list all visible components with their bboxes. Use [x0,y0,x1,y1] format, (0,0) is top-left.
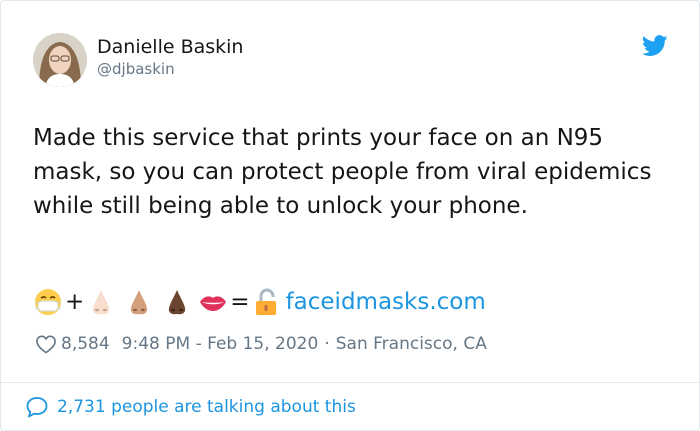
author-name[interactable]: Danielle Baskin [97,35,243,59]
unlocked-emoji [252,287,282,317]
like-count[interactable]: 8,584 [61,334,110,354]
plus-sign: + [65,289,85,315]
twitter-bird-icon[interactable] [641,35,668,57]
nose-light-emoji [86,287,116,317]
meta-separator: · [324,334,330,354]
lips-emoji [198,287,228,317]
talking-count-text[interactable]: 2,731 people are talking about this [57,397,356,417]
timestamp[interactable]: 9:48 PM - Feb 15, 2020 [122,334,319,354]
nose-medium-emoji [124,287,154,317]
tweet-text: Made this service that prints your face … [33,125,652,219]
tweet-meta: 8,584 9:48 PM - Feb 15, 2020 · San Franc… [35,332,487,356]
conversation-link[interactable]: 2,731 people are talking about this [25,394,356,420]
avatar[interactable] [33,33,87,87]
emoji-equation: + = faceidmasks.com [33,286,486,318]
author-handle[interactable]: @djbaskin [97,59,175,79]
footer-divider [1,382,699,383]
location[interactable]: San Francisco, CA [336,334,487,354]
tweet-card: Danielle Baskin @djbaskin Made this serv… [0,0,700,431]
heart-icon[interactable] [35,334,57,354]
speech-bubble-icon [25,396,49,418]
faceidmasks-link[interactable]: faceidmasks.com [286,287,486,317]
equals-sign: = [230,289,250,315]
mask-face-emoji [33,287,63,317]
nose-dark-emoji [162,287,192,317]
